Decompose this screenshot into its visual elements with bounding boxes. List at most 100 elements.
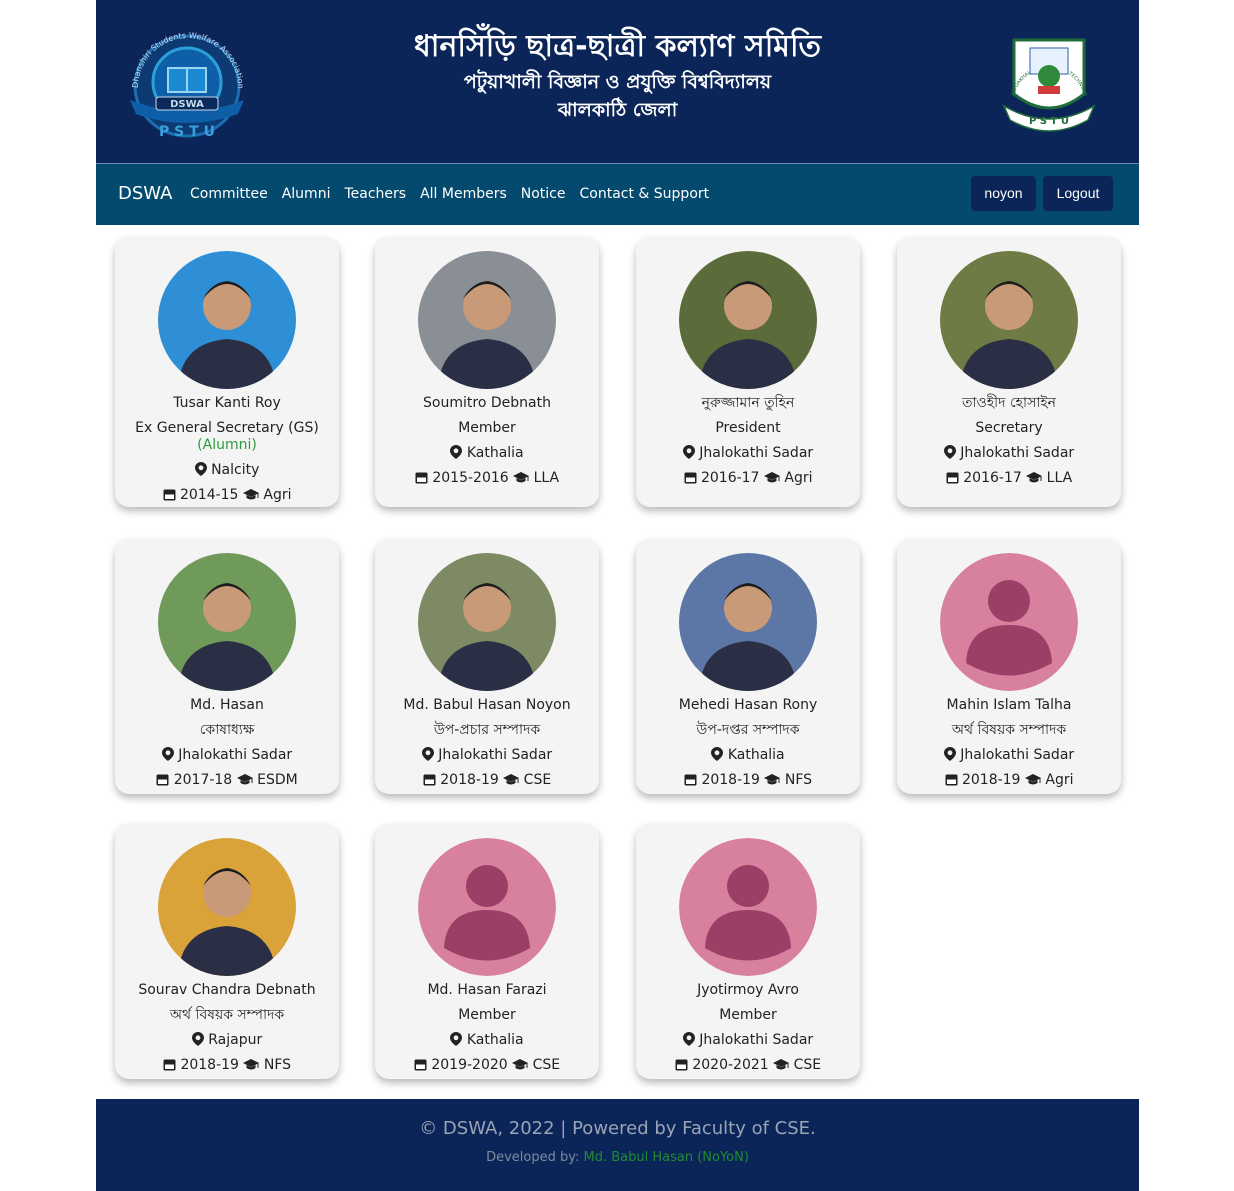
member-location: Jhalokathi Sadar	[375, 743, 599, 768]
member-role: Member	[458, 420, 516, 436]
header-text: ধানসিঁড়ি ছাত্র-ছাত্রী কল্যাণ সমিতি পটুয…	[296, 26, 939, 124]
member-photo[interactable]	[158, 553, 296, 691]
member-card[interactable]: Mehedi Hasan Rony উপ-দপ্তর সম্পাদক Kathal…	[636, 539, 860, 794]
nav-link-alumni[interactable]: Alumni	[282, 186, 331, 202]
location-icon	[450, 445, 463, 461]
member-card[interactable]: Md. Hasan কোষাধ্যক্ষ Jhalokathi Sadar 201…	[115, 539, 339, 794]
member-location: Jhalokathi Sadar	[636, 1028, 860, 1053]
member-session: 2016-17 LLA	[897, 466, 1121, 491]
member-card[interactable]: Soumitro Debnath Member Kathalia 2015-201…	[375, 237, 599, 507]
nav-link-committee[interactable]: Committee	[190, 186, 268, 202]
member-session-text: 2016-17	[963, 470, 1022, 486]
member-card[interactable]: তাওহীদ হোসাইন Secretary Jhalokathi Sadar …	[897, 237, 1121, 507]
footer-developer: Developed by: Md. Babul Hasan (NoYoN)	[96, 1150, 1139, 1165]
member-location-text: Jhalokathi Sadar	[438, 747, 553, 763]
member-card[interactable]: Md. Babul Hasan Noyon উপ-প্রচার সম্পাদক J…	[375, 539, 599, 794]
member-card[interactable]: Md. Hasan Farazi Member Kathalia 2019-202…	[375, 824, 599, 1079]
nav-link-notice[interactable]: Notice	[521, 186, 566, 202]
nav-links: Committee Alumni Teachers All Members No…	[190, 186, 723, 202]
member-photo[interactable]	[418, 251, 556, 389]
member-photo[interactable]	[158, 838, 296, 976]
member-info: Sourav Chandra Debnath অর্থ বিষয়ক সম্পাদ…	[115, 978, 339, 1078]
location-icon	[450, 1032, 463, 1048]
member-info: Md. Hasan কোষাধ্যক্ষ Jhalokathi Sadar 201…	[115, 693, 339, 793]
member-dept-text: Agri	[263, 487, 292, 503]
dswa-logo-bottom: P S T U	[159, 124, 215, 140]
calendar-icon	[163, 1057, 176, 1073]
member-session-text: 2019-2020	[431, 1057, 508, 1073]
member-card[interactable]: Jyotirmoy Avro Member Jhalokathi Sadar 20…	[636, 824, 860, 1079]
member-location: Kathalia	[375, 441, 599, 466]
member-name: Md. Hasan Farazi	[427, 982, 547, 998]
pstu-logo[interactable]: PATUAKHALI SCIENCE AND TECHNOLOGY UNIVER…	[1000, 24, 1098, 136]
member-location-text: Jhalokathi Sadar	[699, 1032, 814, 1048]
member-role: Member	[458, 1007, 516, 1023]
member-location-text: Jhalokathi Sadar	[178, 747, 293, 763]
member-photo[interactable]	[679, 251, 817, 389]
site-footer: © DSWA, 2022 | Powered by Faculty of CSE…	[96, 1099, 1139, 1191]
member-name: Jyotirmoy Avro	[697, 982, 799, 998]
logout-button[interactable]: Logout	[1043, 176, 1113, 211]
footer-developer-name[interactable]: Md. Babul Hasan (NoYoN)	[584, 1150, 749, 1165]
member-location: Jhalokathi Sadar	[636, 441, 860, 466]
member-photo[interactable]	[158, 251, 296, 389]
member-photo[interactable]	[940, 251, 1078, 389]
member-role: President	[715, 420, 781, 436]
navbar-brand[interactable]: DSWA	[118, 183, 172, 204]
calendar-icon	[414, 1057, 427, 1073]
member-name: Md. Hasan	[190, 697, 264, 713]
district-name: ঝালকাঠি জেলা	[557, 99, 678, 121]
page: Dhanshiri Students Welfare Association D…	[96, 0, 1139, 1191]
member-location: Jhalokathi Sadar	[897, 441, 1121, 466]
nav-link-teachers[interactable]: Teachers	[344, 186, 406, 202]
member-location: Jhalokathi Sadar	[115, 743, 339, 768]
location-icon	[191, 1032, 204, 1048]
member-location: Nalcity	[115, 458, 339, 483]
member-session-text: 2018-19	[961, 772, 1021, 788]
member-card[interactable]: Sourav Chandra Debnath অর্থ বিষয়ক সম্পাদ…	[115, 824, 339, 1079]
dswa-logo[interactable]: Dhanshiri Students Welfare Association D…	[120, 22, 254, 144]
member-dept-text: Agri	[784, 470, 813, 486]
dswa-logo-badge: DSWA	[170, 99, 204, 110]
member-session-text: 2015-2016	[432, 470, 509, 486]
member-session-text: 2016-17	[700, 470, 760, 486]
member-name: Mahin Islam Talha	[946, 697, 1072, 713]
graduation-cap-icon	[764, 772, 781, 788]
member-photo[interactable]	[418, 553, 556, 691]
member-name: Md. Babul Hasan Noyon	[403, 697, 571, 713]
member-dept-text: CSE	[793, 1057, 822, 1073]
member-session: 2016-17 Agri	[636, 466, 860, 491]
member-photo[interactable]	[940, 553, 1078, 691]
footer-developer-label: Developed by:	[486, 1150, 580, 1165]
member-photo[interactable]	[418, 838, 556, 976]
member-dept-text: NFS	[784, 772, 813, 788]
nav-link-contact-support[interactable]: Contact & Support	[580, 186, 710, 202]
member-photo[interactable]	[679, 553, 817, 691]
graduation-cap-icon	[512, 1057, 529, 1073]
member-card[interactable]: নুরুজ্জামান তুহিন President Jhalokathi Sa…	[636, 237, 860, 507]
nav-link-all-members[interactable]: All Members	[420, 186, 507, 202]
member-session: 2019-2020 CSE	[375, 1053, 599, 1078]
member-dept-text: LLA	[1046, 470, 1073, 486]
member-location: Jhalokathi Sadar	[897, 743, 1121, 768]
member-location: Kathalia	[375, 1028, 599, 1053]
member-card[interactable]: Mahin Islam Talha অর্থ বিষয়ক সম্পাদক Jha…	[897, 539, 1121, 794]
member-info: তাওহীদ হোসাইন Secretary Jhalokathi Sadar …	[897, 391, 1121, 491]
member-card[interactable]: Tusar Kanti Roy Ex General Secretary (GS)…	[115, 237, 339, 507]
user-button[interactable]: noyon	[971, 176, 1036, 211]
member-role: Member	[719, 1007, 777, 1023]
location-icon	[682, 1032, 695, 1048]
member-session: 2014-15 Agri	[115, 483, 339, 508]
member-location-text: Rajapur	[208, 1032, 263, 1048]
member-session: 2020-2021 CSE	[636, 1053, 860, 1078]
member-name: তাওহীদ হোসাইন	[961, 395, 1057, 411]
member-location-text: Jhalokathi Sadar	[699, 445, 814, 461]
member-photo[interactable]	[679, 838, 817, 976]
association-title: ধানসিঁড়ি ছাত্র-ছাত্রী কল্যাণ সমিতি	[413, 29, 822, 64]
calendar-icon	[684, 470, 697, 486]
member-info: Mahin Islam Talha অর্থ বিষয়ক সম্পাদক Jha…	[897, 693, 1121, 793]
calendar-icon	[423, 772, 436, 788]
graduation-cap-icon	[1024, 772, 1041, 788]
graduation-cap-icon	[513, 470, 530, 486]
graduation-cap-icon	[503, 772, 520, 788]
